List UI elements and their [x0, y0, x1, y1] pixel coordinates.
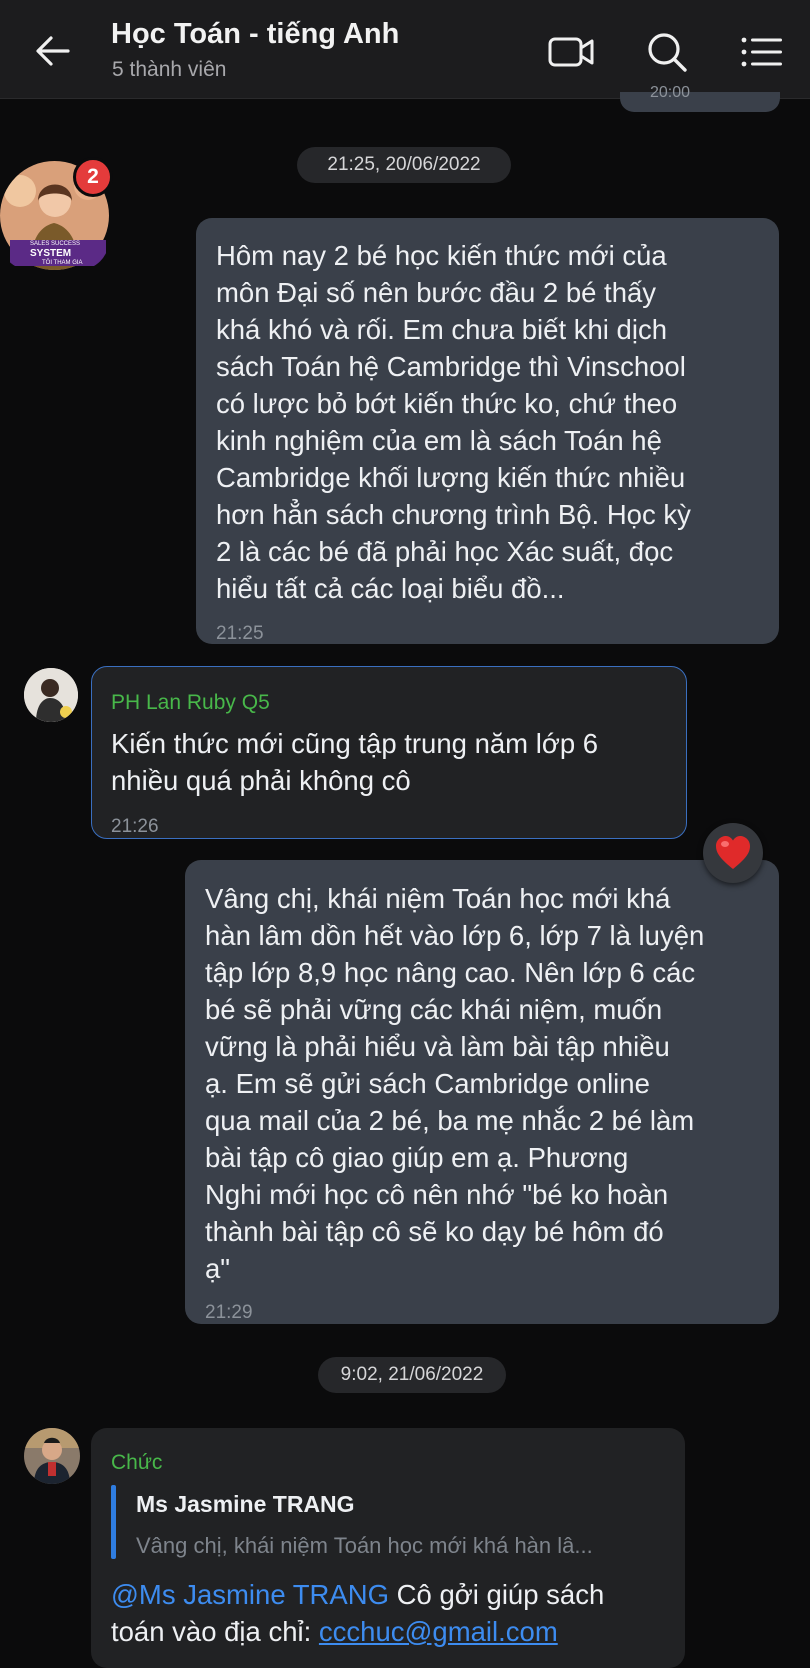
- message-time: 21:25: [216, 623, 264, 644]
- previous-message-edge: 20:00: [620, 84, 780, 112]
- quote-text: Vâng chị, khái niệm Toán học mới khá hàn…: [136, 1533, 593, 1558]
- message-bubble-incoming[interactable]: PH Lan Ruby Q5 Kiến thức mới cũng tập tr…: [91, 666, 687, 839]
- avatar-photo: [24, 1428, 80, 1484]
- member-count[interactable]: 5 thành viên: [112, 58, 226, 82]
- avatar-photo: [24, 668, 78, 722]
- message-time: 21:26: [111, 816, 159, 837]
- sender-name[interactable]: PH Lan Ruby Q5: [111, 684, 270, 721]
- message-bubble-incoming[interactable]: Chức Ms Jasmine TRANG Vâng chị, khái niệ…: [91, 1428, 685, 1668]
- quote-bar: [111, 1485, 116, 1559]
- video-call-icon[interactable]: [547, 28, 595, 76]
- message-bubble-outgoing[interactable]: Vâng chị, khái niệm Toán học mới khá hàn…: [185, 860, 779, 1324]
- date-separator: 21:25, 20/06/2022: [297, 147, 511, 183]
- date-separator: 9:02, 21/06/2022: [318, 1357, 506, 1393]
- avatar[interactable]: [24, 668, 78, 722]
- sender-name[interactable]: Chức: [111, 1444, 162, 1481]
- search-icon[interactable]: [643, 28, 691, 76]
- message-time: 21:29: [205, 1302, 253, 1323]
- avatar-banner: SALES SUCCESS SYSTEM TÔI THAM GIA: [0, 240, 109, 270]
- group-title[interactable]: Học Toán - tiếng Anh: [111, 18, 399, 51]
- avatar[interactable]: [24, 1428, 80, 1484]
- heart-reaction-icon[interactable]: [703, 823, 763, 883]
- message-text: @Ms Jasmine TRANG Cô gởi giúp sách toán …: [111, 1579, 605, 1647]
- previous-message-time: 20:00: [650, 84, 691, 101]
- quote-author: Ms Jasmine TRANG: [136, 1491, 355, 1517]
- message-text: Kiến thức mới cũng tập trung năm lớp 6 n…: [111, 728, 599, 796]
- menu-list-icon[interactable]: [738, 28, 786, 76]
- email-link[interactable]: ccchuc@gmail.com: [319, 1616, 558, 1647]
- message-bubble-outgoing[interactable]: Hôm nay 2 bé học kiến thức mới của môn Đ…: [196, 218, 779, 644]
- message-text: Vâng chị, khái niệm Toán học mới khá hàn…: [205, 883, 705, 1284]
- mention-link[interactable]: @Ms Jasmine TRANG: [111, 1579, 389, 1610]
- heart-icon: [716, 836, 750, 869]
- back-arrow-icon[interactable]: [32, 30, 74, 72]
- message-text: Hôm nay 2 bé học kiến thức mới của môn Đ…: [216, 240, 691, 604]
- unread-badge: 2: [73, 157, 113, 197]
